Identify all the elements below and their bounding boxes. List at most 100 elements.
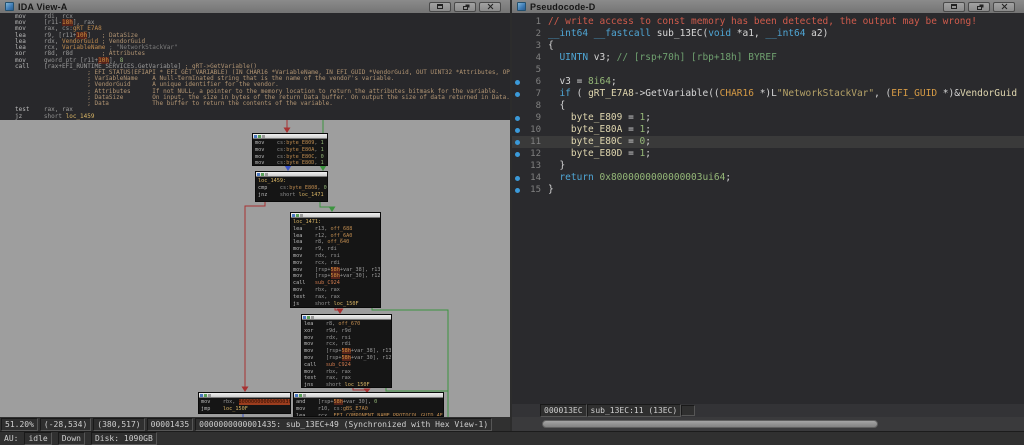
token: 0x8000000000000003ui64 (600, 172, 726, 183)
token: mov (304, 355, 326, 361)
code-text: v3 = 8i64; (548, 76, 617, 88)
code-line[interactable]: 8 { (512, 100, 1024, 112)
asm-line[interactable]: and [rsp+58h+var_30], 0 (296, 399, 441, 406)
basic-block-node[interactable]: loc_1471:lea r13, off_688lea r12, off_6A… (290, 212, 381, 308)
token: gBS_E7A0 (343, 406, 368, 412)
asm-line[interactable]: xor r9d, r9d (304, 328, 389, 335)
asm-line[interactable]: lea r8, off_640 (293, 239, 378, 246)
ida-view-titlebar[interactable]: IDA View-A (0, 0, 510, 13)
asm-line[interactable]: mov rbx, 8000000000000003h (201, 399, 288, 406)
token: +var_30], r12 (351, 355, 392, 361)
token: jmp (201, 406, 223, 412)
token: cs: (277, 160, 286, 166)
code-line[interactable]: 13 } (512, 160, 1024, 172)
asm-line[interactable]: lea r12, off_6A0 (293, 233, 378, 240)
asm-line[interactable]: test rax, rax (304, 375, 389, 382)
close-button[interactable] (479, 2, 501, 12)
token: 1 (321, 160, 324, 166)
asm-line[interactable]: mov cs:byte_E80A, 1 (255, 147, 325, 154)
code-line[interactable]: 4 UINTN v3; // [rsp+70h] [rbp+18h] BYREF (512, 52, 1024, 64)
basic-block-node[interactable]: mov cs:byte_E809, 1mov cs:byte_E80A, 1mo… (252, 133, 328, 166)
asm-line[interactable]: loc_1459: (258, 178, 325, 185)
asm-line[interactable]: mov cs:byte_E80D, 1 (255, 160, 325, 166)
maximize-button[interactable] (429, 2, 451, 12)
token: off_688 (331, 226, 353, 232)
code-line[interactable]: 7 if ( gRT_E7A8->GetVariable((CHAR16 *)L… (512, 88, 1024, 100)
token: r12, (315, 233, 331, 239)
scrollbar-thumb[interactable] (542, 420, 878, 428)
asm-line[interactable]: test rax, rax (293, 294, 378, 301)
node-icon (295, 394, 298, 397)
code-line[interactable]: 9 byte_E809 = 1; (512, 112, 1024, 124)
token: cs: (334, 406, 343, 412)
asm-line[interactable]: lea r13, off_688 (293, 226, 378, 233)
asm-line[interactable]: jmp loc_150F (201, 406, 288, 413)
asm-line[interactable]: js short loc_150F (293, 301, 378, 308)
code-line[interactable]: 6 v3 = 8i64; (512, 76, 1024, 88)
code-text: if ( gRT_E7A8->GetVariable((CHAR16 *)L"N… (548, 88, 1017, 100)
code-text: { (548, 40, 554, 52)
maximize-button[interactable] (943, 2, 965, 12)
basic-block-node[interactable]: loc_1459:cmp cs:byte_E808, 0jnz short lo… (255, 171, 328, 202)
pseudocode-view[interactable]: 1// write access to const memory has bee… (512, 13, 1024, 404)
asm-line[interactable]: mov [rsp+58h+var_30], r12 (293, 273, 378, 280)
code-line[interactable]: 10 byte_E80A = 1; (512, 124, 1024, 136)
asm-line[interactable]: mov [rsp+58h+var_30], r12 (304, 355, 389, 362)
token: ( (571, 88, 588, 99)
token: VendorGuid (960, 88, 1017, 99)
asm-line[interactable]: jnz short loc_1471 (258, 192, 325, 199)
graph-view[interactable]: mov rdi, rcxmov [r11-18h], raxmov rax, c… (0, 13, 510, 417)
close-button[interactable] (993, 2, 1015, 12)
asm-line[interactable]: lea r8, off_670 (304, 321, 389, 328)
asm-line[interactable]: mov cs:byte_E80C, 0 (255, 154, 325, 161)
basic-block-node[interactable]: mov rbx, 8000000000000003hjmp loc_150F (198, 392, 291, 414)
code-line[interactable]: 5 (512, 64, 1024, 76)
code-line[interactable]: 12 byte_E80D = 1; (512, 148, 1024, 160)
pseudocode-titlebar[interactable]: Pseudocode-D (512, 0, 1024, 13)
code-line[interactable]: 14 return 0x8000000000000003ui64; (512, 172, 1024, 184)
token: jnz (258, 192, 280, 198)
token: mov (304, 348, 326, 354)
basic-block-node[interactable]: lea r8, off_670xor r9d, r9dmov rdx, rsim… (301, 314, 392, 388)
token: [rsp+ (318, 399, 334, 405)
asm-line[interactable]: mov rdx, rsi (304, 335, 389, 342)
asm-line[interactable]: call sub_C924 (293, 280, 378, 287)
horizontal-scrollbar[interactable] (512, 417, 1024, 431)
code-line[interactable]: 15} (512, 184, 1024, 196)
asm-line[interactable]: mov rcx, rdi (293, 260, 378, 267)
asm-line[interactable]: mov r10, cs:gBS_E7A0 (296, 406, 441, 413)
asm-line[interactable]: mov rdx, rsi (293, 253, 378, 260)
token: ; (645, 148, 651, 159)
token: 8000000000000003h (239, 399, 292, 405)
token: mov (201, 399, 223, 405)
asm-line[interactable]: mov [rsp+58h+var_38], r13 (304, 348, 389, 355)
line-number: 3 (523, 40, 541, 52)
asm-line[interactable]: mov r9, rdi (293, 246, 378, 253)
code-text: { (548, 100, 565, 112)
code-line[interactable]: 2__int64 __fastcall sub_13EC(void *a1, _… (512, 28, 1024, 40)
code-line[interactable]: 11 byte_E80C = 0; (512, 136, 1024, 148)
asm-line[interactable]: mov rbx, rax (293, 287, 378, 294)
basic-block-node[interactable]: and [rsp+58h+var_30], 0mov r10, cs:gBS_E… (293, 392, 444, 417)
token: 0 (324, 185, 327, 191)
asm-line[interactable]: call sub_C924 (304, 362, 389, 369)
asm-line[interactable]: loc_1471: (293, 219, 378, 226)
token: if (559, 88, 570, 99)
asm-line[interactable]: cmp cs:byte_E808, 0 (258, 185, 325, 192)
asm-line[interactable]: jns short loc_150F (304, 382, 389, 388)
asm-line[interactable]: mov rcx, rdi (304, 341, 389, 348)
token: rdx, rsi (315, 253, 340, 259)
float-button[interactable] (454, 2, 476, 12)
float-button[interactable] (968, 2, 990, 12)
asm-line[interactable]: mov rbx, rax (304, 369, 389, 376)
token (548, 112, 571, 123)
code-line[interactable]: 3{ (512, 40, 1024, 52)
asm-line[interactable]: mov [rsp+58h+var_38], r13 (293, 267, 378, 274)
token: test (304, 375, 326, 381)
token: UINTN (559, 52, 588, 63)
code-line[interactable]: 1// write access to const memory has bee… (512, 16, 1024, 28)
address-dot (515, 152, 523, 157)
asm-line[interactable]: mov cs:byte_E809, 1 (255, 140, 325, 147)
token: byte_E80D (571, 148, 622, 159)
code-text: } (548, 184, 554, 196)
